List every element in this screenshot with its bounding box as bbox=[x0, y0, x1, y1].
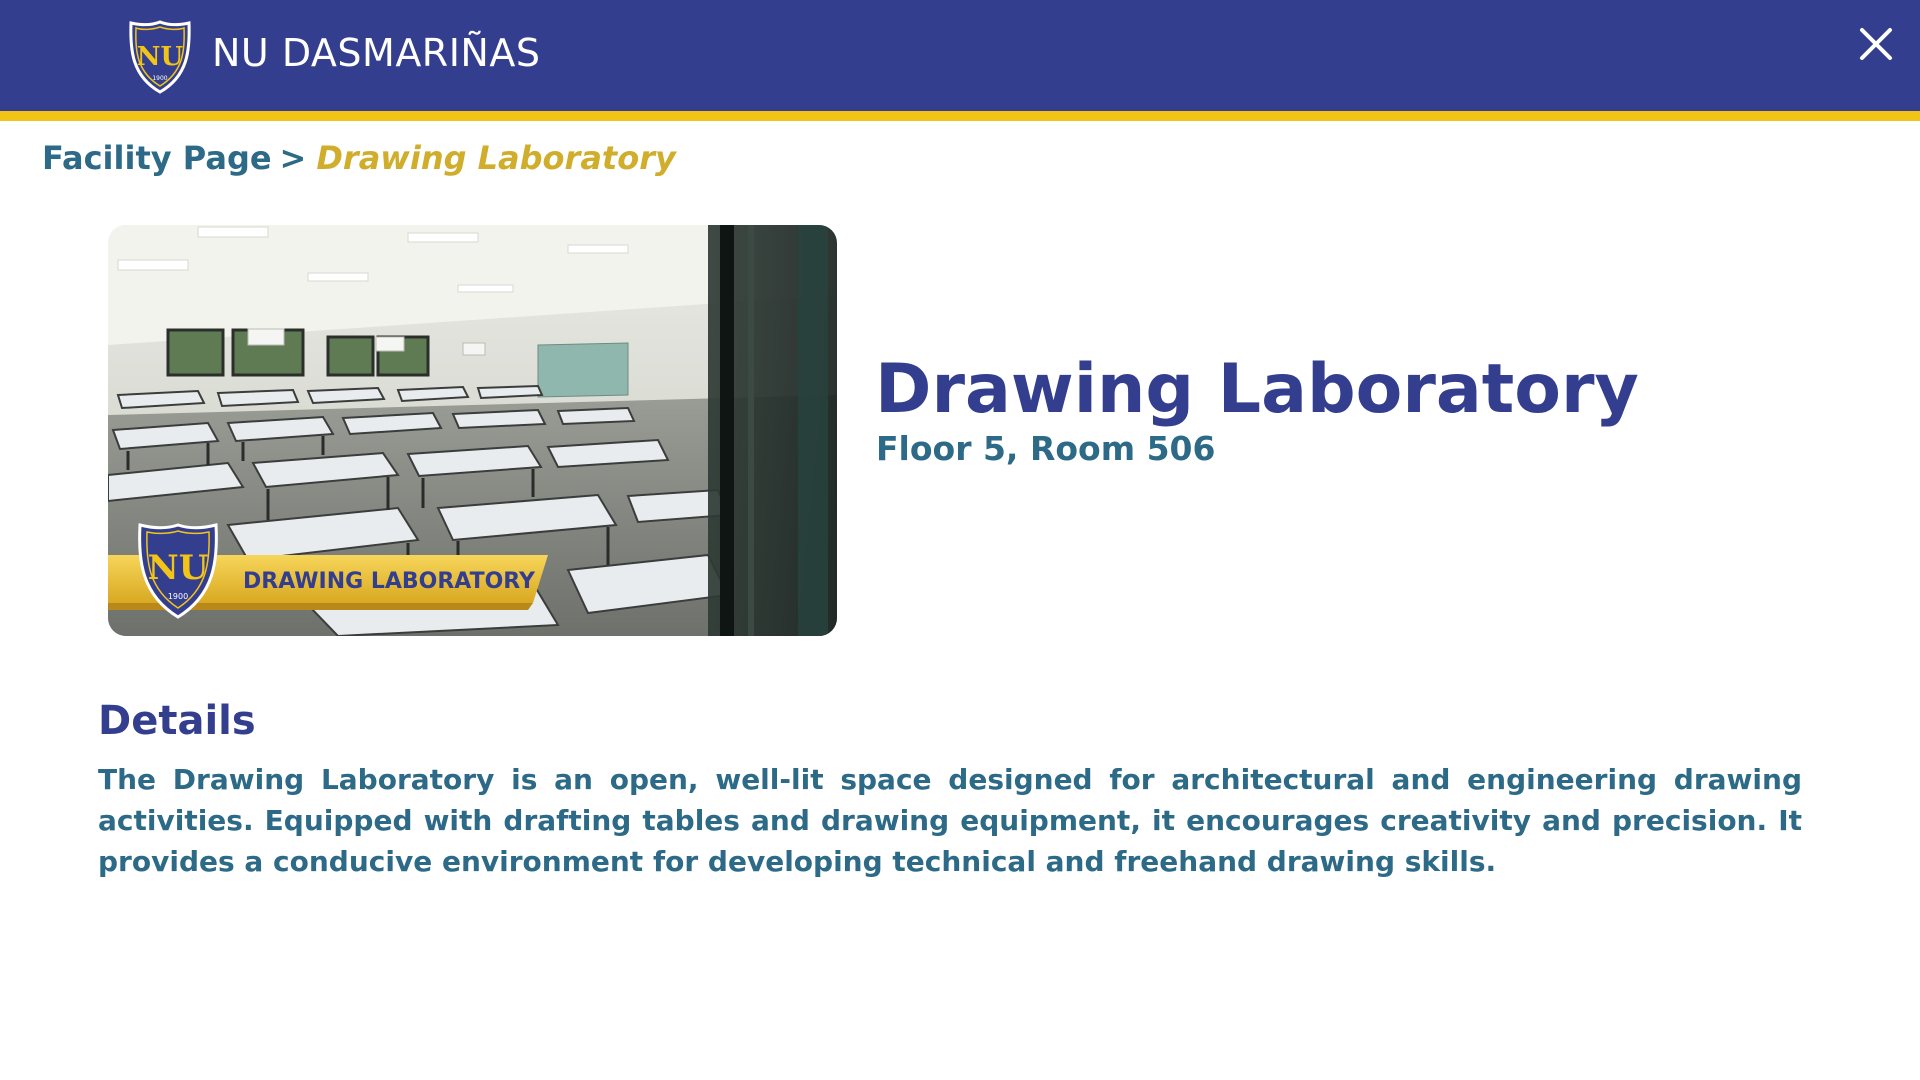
top-bar: NU 1900 NU DASMARIÑAS bbox=[0, 0, 1920, 111]
close-icon bbox=[1860, 28, 1892, 60]
breadcrumb-facility-page-link[interactable]: Facility Page bbox=[42, 139, 272, 177]
details-heading: Details bbox=[98, 698, 256, 744]
nu-shield-logo-icon: NU 1900 bbox=[128, 20, 192, 94]
banner-text: DRAWING LABORATORY bbox=[243, 569, 536, 594]
facility-photo: DRAWING LABORATORY NU 1900 bbox=[108, 225, 837, 636]
breadcrumb: Facility Page > Drawing Laboratory bbox=[42, 136, 676, 180]
facility-title: Drawing Laboratory bbox=[875, 350, 1639, 429]
facility-location: Floor 5, Room 506 bbox=[876, 429, 1216, 468]
breadcrumb-separator: > bbox=[279, 139, 307, 177]
breadcrumb-current: Drawing Laboratory bbox=[316, 139, 676, 177]
close-button[interactable] bbox=[1852, 20, 1900, 68]
header-accent-stripe bbox=[0, 111, 1920, 121]
svg-text:NU: NU bbox=[148, 548, 209, 588]
svg-text:1900: 1900 bbox=[152, 75, 167, 82]
svg-text:1900: 1900 bbox=[168, 592, 188, 601]
svg-text:NU: NU bbox=[137, 42, 184, 72]
details-description: The Drawing Laboratory is an open, well-… bbox=[98, 763, 1802, 878]
brand-name: NU DASMARIÑAS bbox=[212, 31, 541, 75]
